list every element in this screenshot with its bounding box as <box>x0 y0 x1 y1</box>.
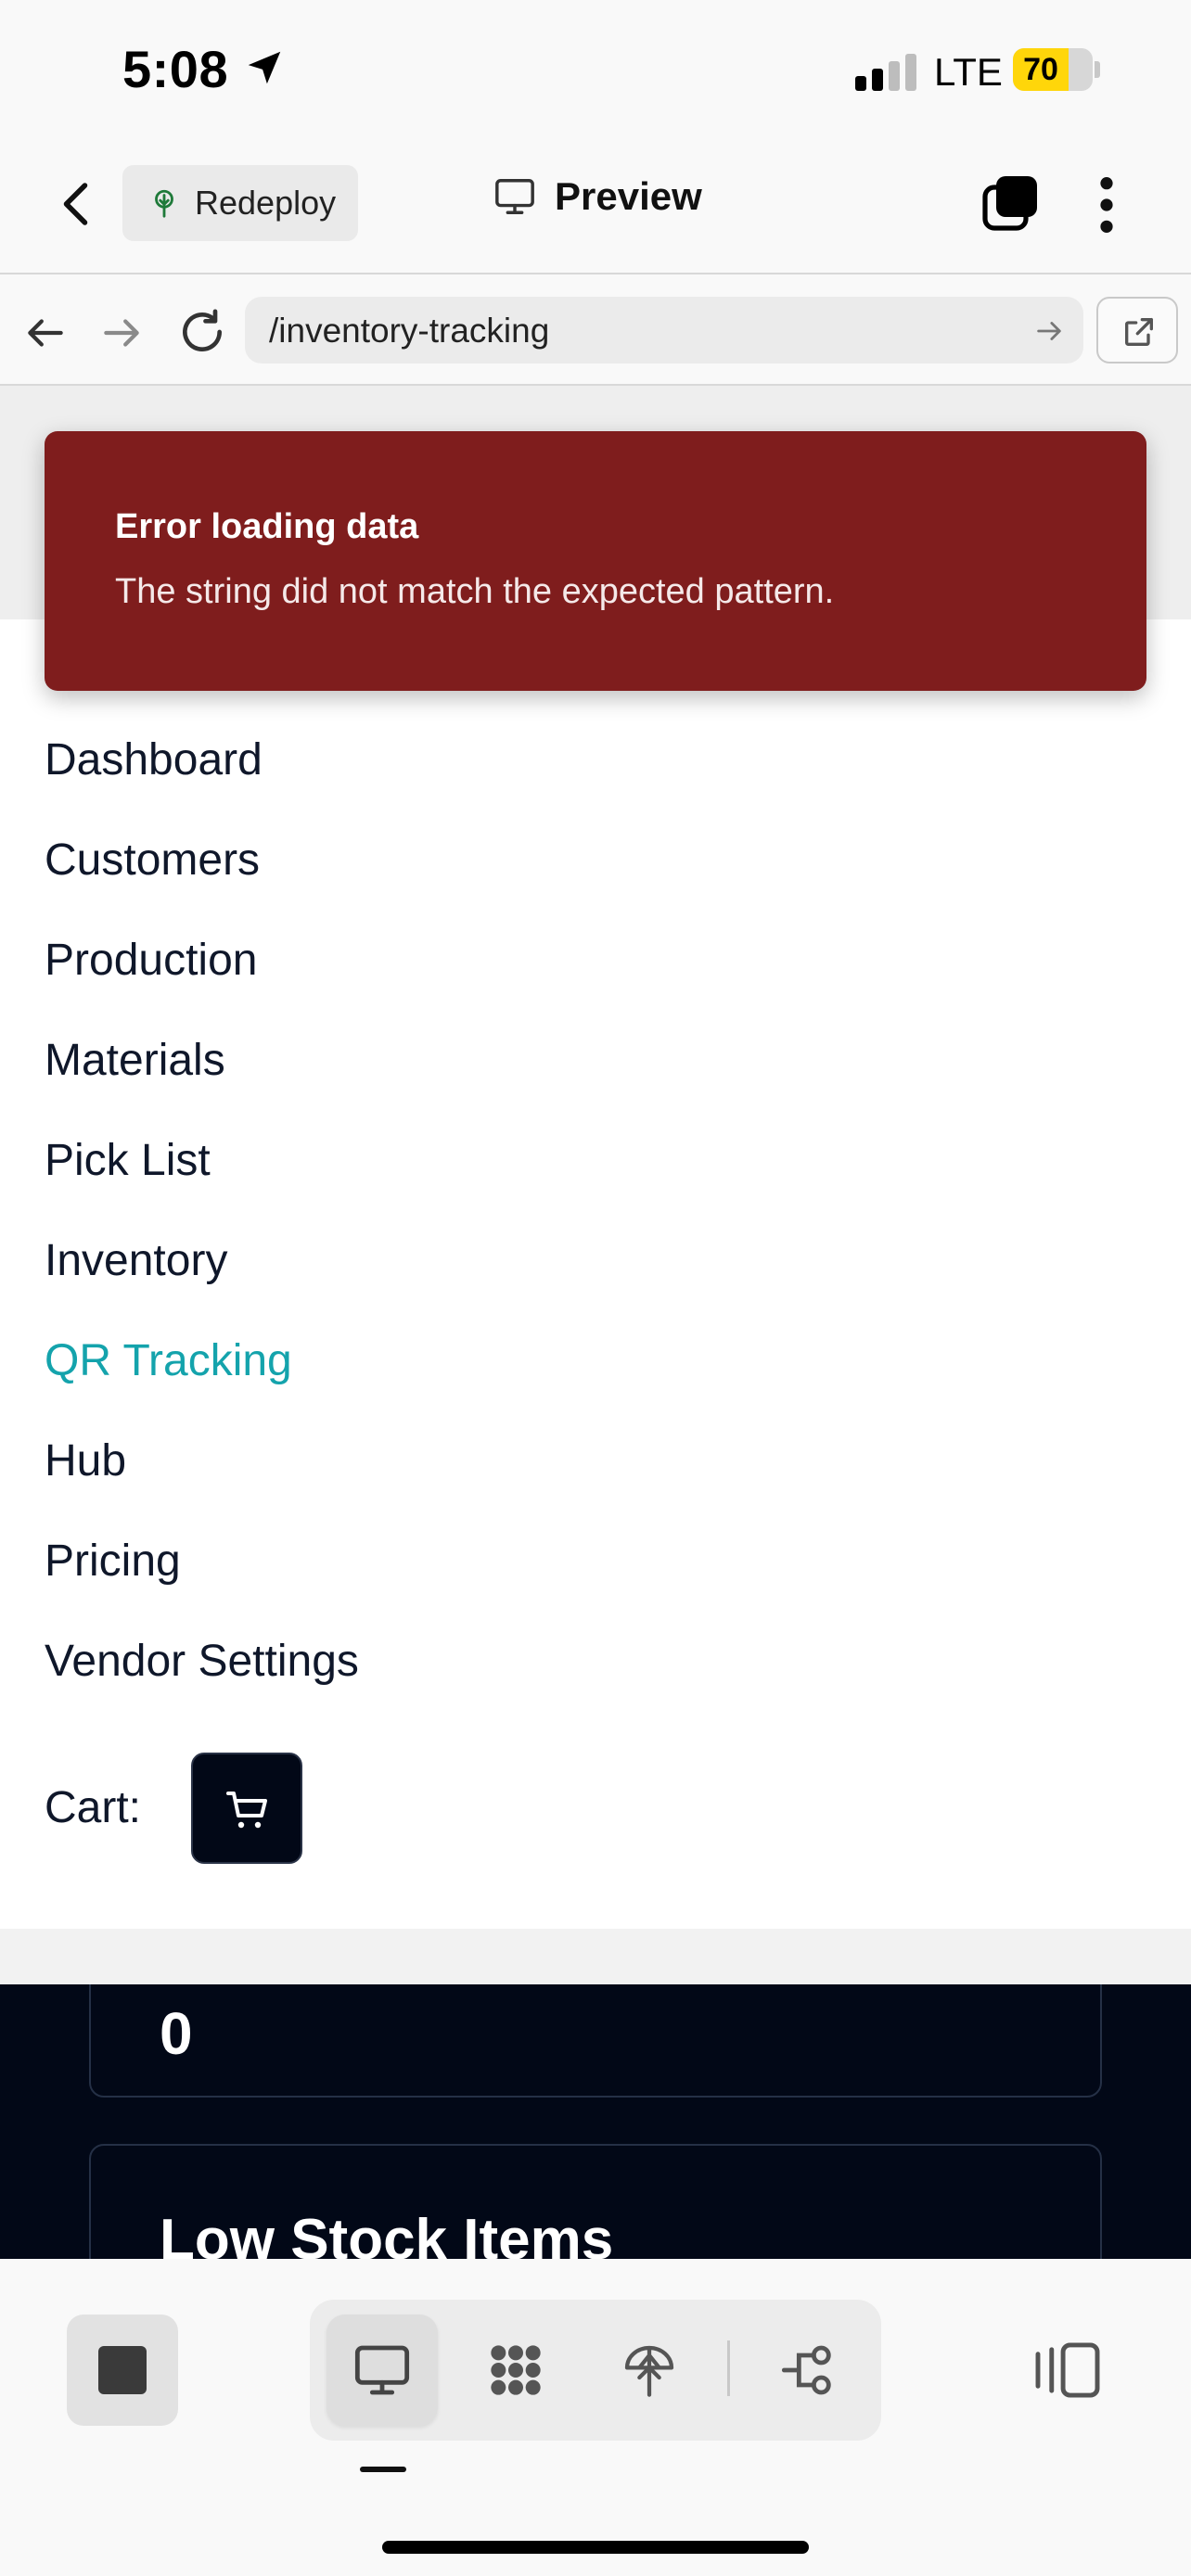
preview-tab[interactable]: Preview <box>493 174 702 219</box>
open-external-button[interactable] <box>1096 297 1178 363</box>
workflow-view-button[interactable] <box>460 2315 571 2426</box>
error-message: The string did not match the expected pa… <box>115 572 835 611</box>
preview-label: Preview <box>555 174 702 218</box>
nav-item-materials[interactable]: Materials <box>45 1035 225 1086</box>
nav-item-pick-list[interactable]: Pick List <box>45 1135 211 1186</box>
nav-item-pricing[interactable]: Pricing <box>45 1536 181 1587</box>
branch-icon <box>781 2345 831 2395</box>
stat-value: 0 <box>160 2000 193 2067</box>
arrow-left-icon[interactable] <box>22 310 69 356</box>
url-text: /inventory-tracking <box>269 312 550 350</box>
nav-item-hub[interactable]: Hub <box>45 1435 126 1486</box>
external-link-icon <box>1125 318 1153 346</box>
app-header: Redeploy Preview <box>0 139 1191 274</box>
nav-item-customers[interactable]: Customers <box>45 835 260 886</box>
shopping-cart-icon <box>226 1792 267 1829</box>
network-type: LTE <box>934 50 1003 94</box>
go-arrow-icon[interactable] <box>1033 315 1065 347</box>
status-bar: 5:08 LTE 70 <box>0 0 1191 139</box>
tabs-icon[interactable] <box>981 172 1041 232</box>
arrow-right-icon[interactable] <box>98 310 145 356</box>
url-bar[interactable]: /inventory-tracking <box>245 297 1083 363</box>
monitor-icon <box>495 179 534 214</box>
redeploy-label: Redeploy <box>195 184 337 222</box>
selected-view-indicator <box>360 2467 406 2472</box>
nav-item-inventory[interactable]: Inventory <box>45 1235 227 1286</box>
battery-cap <box>1095 61 1100 78</box>
error-toast[interactable]: Error loading data The string did not ma… <box>45 431 1146 691</box>
view-switcher <box>310 2300 881 2441</box>
stop-icon <box>98 2346 147 2394</box>
grid-dots-icon <box>491 2345 541 2395</box>
side-panel-icon[interactable] <box>1033 2340 1102 2400</box>
nav-item-qr-tracking[interactable]: QR Tracking <box>45 1335 292 1386</box>
monitor-icon <box>354 2345 410 2395</box>
reload-icon[interactable] <box>176 306 228 358</box>
deploy-tree-icon <box>624 2345 674 2397</box>
redeploy-button[interactable]: Redeploy <box>122 165 358 241</box>
battery-icon: 70 <box>1013 48 1093 91</box>
section-divider <box>0 1929 1191 1984</box>
more-vertical-icon[interactable] <box>1093 172 1121 237</box>
nav-item-vendor-settings[interactable]: Vendor Settings <box>45 1636 359 1687</box>
battery-percent: 70 <box>1023 52 1058 87</box>
stop-button[interactable] <box>67 2315 178 2426</box>
low-stock-title: Low Stock Items <box>160 2208 614 2259</box>
toolbar-divider <box>727 2340 730 2396</box>
preview-view-button[interactable] <box>327 2315 438 2426</box>
git-view-button[interactable] <box>753 2315 864 2426</box>
browser-toolbar: /inventory-tracking <box>0 274 1191 386</box>
stat-card: 0 <box>89 1984 1102 2098</box>
deploy-view-button[interactable] <box>594 2315 705 2426</box>
home-indicator <box>382 2541 809 2554</box>
deploy-tree-icon <box>155 189 173 218</box>
error-title: Error loading data <box>115 507 419 546</box>
cellular-signal-icon <box>855 54 920 91</box>
nav-item-dashboard[interactable]: Dashboard <box>45 734 263 785</box>
dashboard-section: 0 Low Stock Items <box>0 1984 1191 2259</box>
cart-label: Cart: <box>45 1783 142 1832</box>
back-chevron-icon[interactable] <box>50 176 106 232</box>
bottom-toolbar <box>0 2259 1191 2576</box>
status-time: 5:08 <box>122 40 229 98</box>
cart-button[interactable] <box>191 1753 302 1864</box>
nav-item-production[interactable]: Production <box>45 935 257 986</box>
location-arrow-icon <box>248 51 281 84</box>
low-stock-card: Low Stock Items <box>89 2144 1102 2259</box>
